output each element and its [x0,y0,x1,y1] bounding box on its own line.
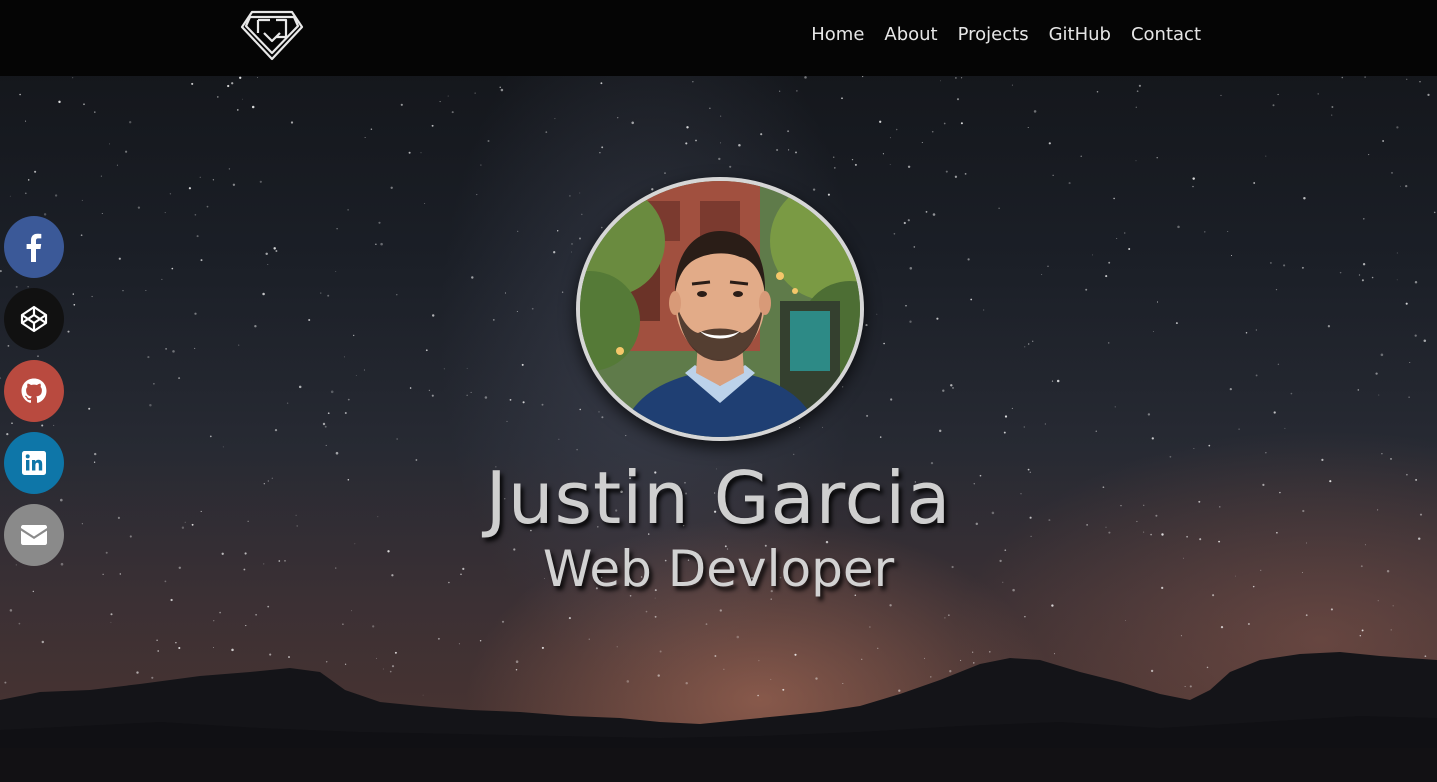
diamond-logo-icon[interactable] [240,9,304,63]
nav-home[interactable]: Home [811,22,864,48]
hero-subtitle: Web Devloper [542,540,895,598]
hero-name: Justin Garcia [485,456,952,540]
codepen-icon [20,305,48,333]
github-icon [21,378,47,403]
github-button[interactable] [4,360,64,422]
profile-photo [580,181,860,437]
facebook-button[interactable] [4,216,64,278]
portfolio-page: Home About Projects GitHub Contact Justi… [0,0,1437,782]
nav-projects[interactable]: Projects [958,22,1029,48]
nav-about[interactable]: About [884,22,937,48]
nav-links: Home About Projects GitHub Contact [811,22,1201,48]
navbar: Home About Projects GitHub Contact [0,0,1437,76]
facebook-icon [26,233,42,262]
codepen-button[interactable] [4,288,64,350]
footer-band [0,748,1437,782]
nav-contact[interactable]: Contact [1131,22,1201,48]
nav-github[interactable]: GitHub [1049,22,1111,48]
profile-photo-frame [576,177,864,441]
